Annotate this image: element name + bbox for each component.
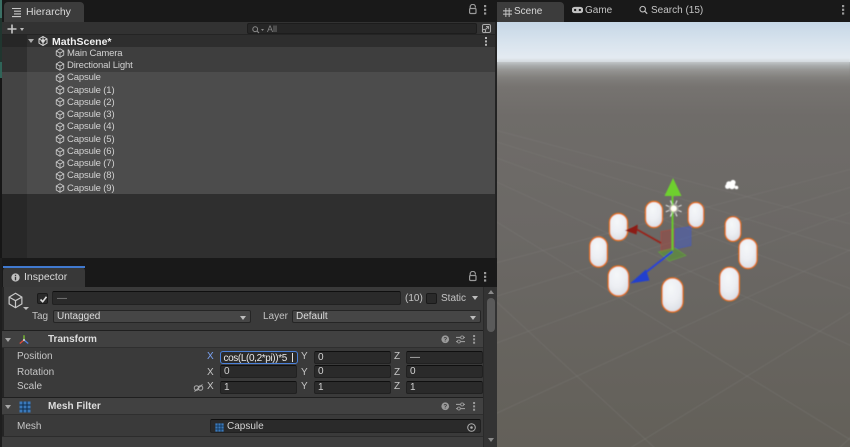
svg-text:?: ? [443,403,447,410]
svg-text:?: ? [443,336,447,343]
